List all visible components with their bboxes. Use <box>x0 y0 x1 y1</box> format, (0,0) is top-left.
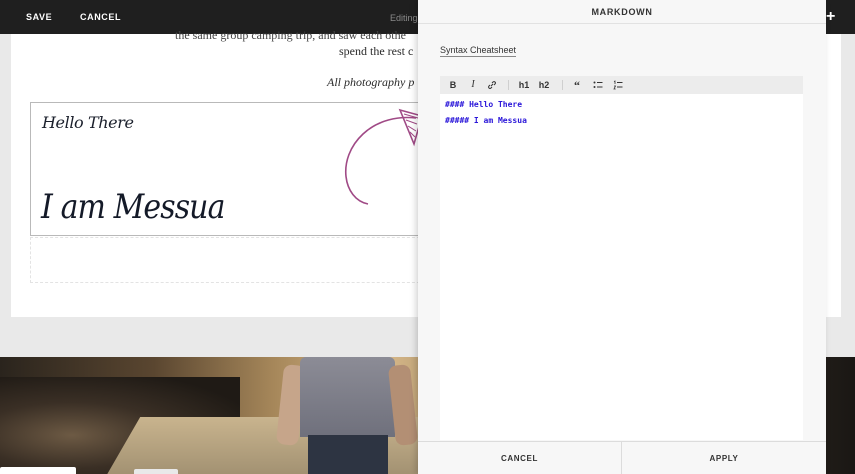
editing-status: Editing <box>390 13 418 23</box>
panel-cancel-button[interactable]: CANCEL <box>418 442 621 474</box>
markdown-textarea[interactable]: #### Hello There ##### I am Messua <box>440 94 803 440</box>
bold-button[interactable]: B <box>446 76 460 94</box>
h1-button[interactable]: h1 <box>516 76 532 94</box>
photo-overlay-tab <box>134 469 178 474</box>
photo-person <box>275 357 419 474</box>
body-text-line: spend the rest c <box>339 44 414 58</box>
add-block-button[interactable]: + <box>826 8 835 26</box>
markdown-toolbar: B I h1 h2 “ <box>440 76 803 94</box>
numbered-list-icon[interactable] <box>610 76 626 94</box>
toolbar-divider <box>562 80 563 90</box>
link-icon[interactable] <box>484 76 500 94</box>
h2-button[interactable]: h2 <box>536 76 552 94</box>
body-text-cut-line: the same group camping trip, and saw eac… <box>175 28 406 42</box>
markdown-editor-panel: MARKDOWN Syntax Cheatsheet B I h1 h2 “ #… <box>418 0 826 474</box>
bullet-list-icon[interactable] <box>590 76 606 94</box>
panel-footer: CANCEL APPLY <box>418 441 826 474</box>
heading-i-am-messua: I am Messua <box>41 187 225 227</box>
apply-button[interactable]: APPLY <box>622 442 826 474</box>
photo-person-jeans <box>308 435 388 474</box>
editor-line: ##### I am Messua <box>445 116 527 125</box>
save-button[interactable]: SAVE <box>26 12 52 22</box>
photo-overlay-tab <box>0 467 76 474</box>
toolbar-divider <box>508 80 509 90</box>
editor-line: #### Hello There <box>445 100 523 109</box>
photo-credit-text: All photography p <box>327 75 415 89</box>
empty-block-placeholder[interactable] <box>30 237 430 283</box>
panel-title: MARKDOWN <box>418 0 826 24</box>
quote-button[interactable]: “ <box>570 76 584 94</box>
syntax-cheatsheet-link[interactable]: Syntax Cheatsheet <box>440 45 517 57</box>
photo-person-shirt <box>300 357 395 437</box>
italic-button[interactable]: I <box>466 76 480 94</box>
heading-hello-there: Hello There <box>42 113 134 132</box>
cancel-button[interactable]: CANCEL <box>80 12 121 22</box>
